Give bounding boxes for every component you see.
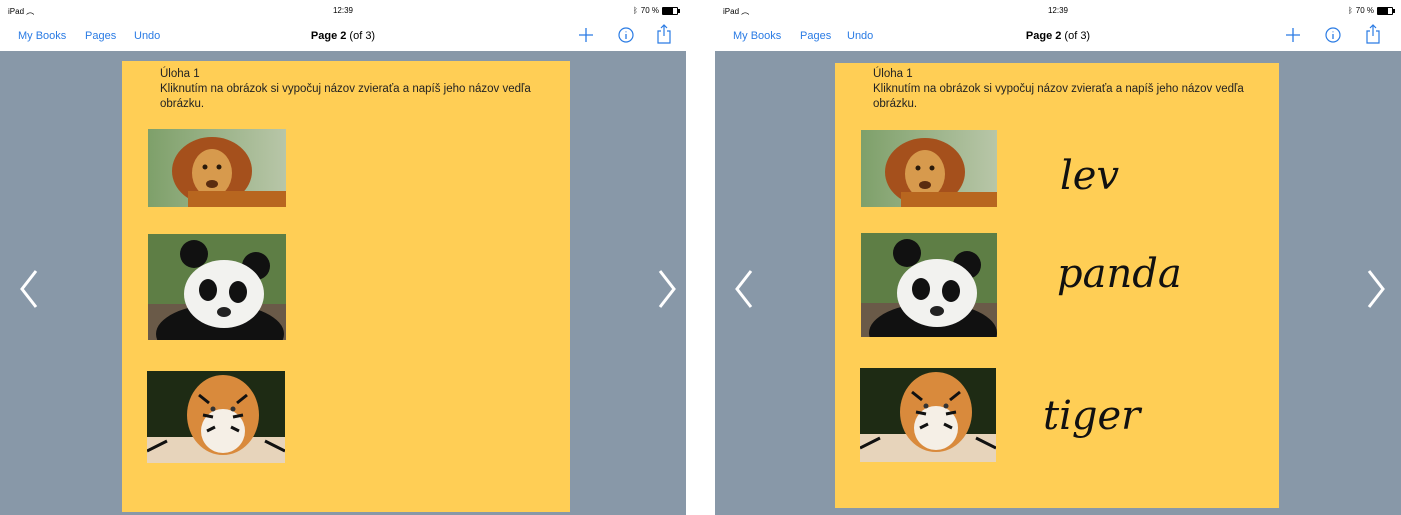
next-page-icon[interactable]	[1361, 267, 1389, 311]
info-icon[interactable]	[618, 27, 634, 43]
tiger-image[interactable]	[860, 368, 996, 462]
battery-icon	[662, 6, 680, 15]
previous-page-icon[interactable]	[731, 267, 759, 311]
bluetooth-icon: ᛒ	[632, 6, 638, 15]
next-page-icon[interactable]	[652, 267, 680, 311]
lion-image[interactable]	[148, 129, 286, 207]
battery-icon	[1377, 6, 1395, 15]
tiger-image[interactable]	[147, 371, 285, 463]
battery: ᛒ 70 %	[632, 6, 680, 15]
bluetooth-icon: ᛒ	[1347, 6, 1353, 15]
page-canvas: Úloha 1 Kliknutím na obrázok si vypočuj …	[715, 51, 1401, 515]
toolbar: My Books Pages Undo Page 2 (of 3)	[0, 18, 686, 51]
lion-image[interactable]	[861, 130, 997, 207]
share-icon[interactable]	[656, 24, 672, 44]
status-bar: iPad ︵ 12:39 ᛒ 70 %	[0, 0, 686, 18]
task-heading: Úloha 1	[160, 68, 200, 80]
add-icon[interactable]	[1285, 27, 1301, 43]
toolbar: My Books Pages Undo Page 2 (of 3)	[715, 18, 1401, 51]
battery-percent: 70 %	[1355, 6, 1374, 15]
previous-page-icon[interactable]	[16, 267, 44, 311]
page-canvas: Úloha 1 Kliknutím na obrázok si vypočuj …	[0, 51, 686, 515]
answer-panda: panda	[1057, 251, 1182, 297]
task-instructions: Kliknutím na obrázok si vypočuj názov zv…	[160, 83, 531, 110]
task-text: Úloha 1 Kliknutím na obrázok si vypočuj …	[160, 67, 540, 112]
battery: ᛒ 70 %	[1347, 6, 1395, 15]
task-instructions: Kliknutím na obrázok si vypočuj názov zv…	[873, 83, 1244, 110]
battery-percent: 70 %	[640, 6, 659, 15]
status-time: 12:39	[332, 6, 354, 15]
ipad-screen-before: iPad ︵ 12:39 ᛒ 70 % My Books Pages Undo P…	[0, 0, 686, 515]
add-icon[interactable]	[578, 27, 594, 43]
ipad-screen-after: iPad ︵ 12:39 ᛒ 70 % My Books Pages Undo P…	[715, 0, 1401, 515]
status-time: 12:39	[1047, 6, 1069, 15]
task-text: Úloha 1 Kliknutím na obrázok si vypočuj …	[873, 67, 1253, 112]
share-icon[interactable]	[1365, 24, 1381, 44]
status-bar: iPad ︵ 12:39 ᛒ 70 %	[715, 0, 1401, 18]
answer-tiger: tiger	[1043, 393, 1141, 439]
info-icon[interactable]	[1325, 27, 1341, 43]
book-page: Úloha 1 Kliknutím na obrázok si vypočuj …	[122, 61, 570, 512]
book-page: Úloha 1 Kliknutím na obrázok si vypočuj …	[835, 63, 1279, 508]
answer-lion: lev	[1060, 153, 1120, 199]
task-heading: Úloha 1	[873, 68, 913, 80]
panda-image[interactable]	[148, 234, 286, 340]
panda-image[interactable]	[861, 233, 997, 337]
